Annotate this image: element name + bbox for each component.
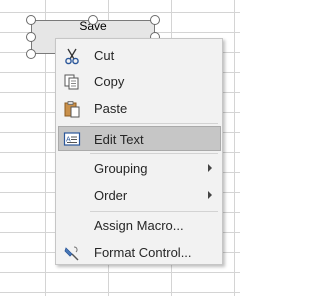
menu-item-label: Grouping — [94, 161, 148, 176]
menu-item-label: Copy — [94, 74, 125, 89]
menu-separator — [90, 211, 218, 212]
menu-item-label: Edit Text — [94, 132, 144, 147]
menu-item-label: Assign Macro... — [94, 218, 184, 233]
context-menu: Cut Copy Paste A Edit Text Grouping Orde… — [55, 38, 223, 265]
resize-handle-middle-left[interactable] — [26, 32, 36, 42]
menu-item-label: Paste — [94, 101, 128, 116]
submenu-arrow-icon — [208, 191, 212, 199]
menu-separator — [90, 153, 218, 154]
scissors-icon — [63, 47, 81, 65]
resize-handle-top-middle[interactable] — [88, 15, 98, 25]
menu-item-copy[interactable]: Copy — [58, 69, 221, 94]
menu-item-cut[interactable]: Cut — [58, 43, 221, 68]
resize-handle-top-left[interactable] — [26, 15, 36, 25]
menu-item-format-control[interactable]: Format Control... — [58, 240, 221, 265]
menu-item-label: Cut — [94, 48, 115, 63]
menu-item-paste[interactable]: Paste — [58, 96, 221, 121]
resize-handle-bottom-left[interactable] — [26, 49, 36, 59]
menu-item-label: Format Control... — [94, 245, 192, 260]
menu-item-edit-text[interactable]: A Edit Text — [58, 126, 221, 151]
menu-separator — [90, 123, 218, 124]
submenu-arrow-icon — [208, 164, 212, 172]
menu-item-assign-macro[interactable]: Assign Macro... — [58, 213, 221, 238]
copy-icon — [63, 73, 81, 91]
format-control-icon — [63, 244, 81, 262]
menu-item-grouping[interactable]: Grouping — [58, 156, 221, 181]
resize-handle-top-right[interactable] — [150, 15, 160, 25]
menu-item-order[interactable]: Order — [58, 183, 221, 208]
edit-text-icon: A — [63, 130, 81, 148]
paste-icon — [63, 100, 81, 118]
menu-item-label: Order — [94, 188, 128, 203]
